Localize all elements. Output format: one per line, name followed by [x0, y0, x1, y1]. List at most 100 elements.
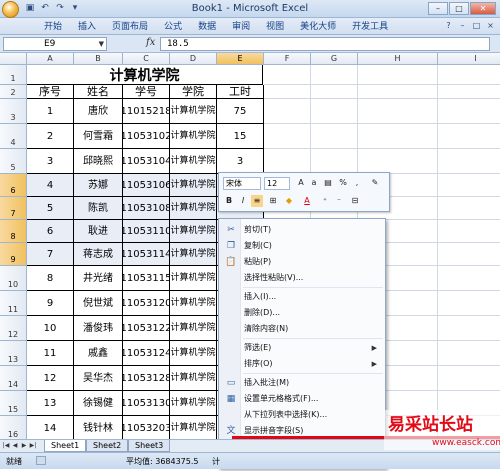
cell-name[interactable]: 倪世斌 [74, 291, 123, 316]
next-sheet-icon[interactable]: ▶ [20, 441, 28, 451]
empty-cell[interactable] [438, 65, 500, 85]
cell-seq[interactable]: 8 [27, 266, 74, 291]
tab-view[interactable]: 视图 [258, 21, 292, 33]
cell-id[interactable]: 11053115 [123, 266, 170, 291]
row-header-15[interactable]: 15 [0, 391, 27, 416]
ribbon-minimize-icon[interactable]: – [457, 20, 468, 31]
empty-cell[interactable] [264, 85, 311, 99]
increase-decimal-icon[interactable]: ⁺ [319, 195, 331, 207]
cell-id[interactable]: 11053122 [123, 316, 170, 341]
cell-dept[interactable]: 计算机学院 [170, 416, 217, 439]
last-sheet-icon[interactable]: ▶| [29, 441, 37, 451]
percent-icon[interactable]: % [337, 177, 349, 189]
header-cell[interactable]: 学号 [123, 85, 170, 99]
select-all-corner[interactable] [0, 53, 27, 65]
cell-id[interactable]: 11053114 [123, 243, 170, 266]
row-header-5[interactable]: 5 [0, 149, 27, 174]
column-header-i[interactable]: I [438, 53, 500, 65]
sheet-title-cell[interactable]: 计算机学院 [27, 65, 263, 85]
empty-cell[interactable] [264, 149, 311, 174]
menu-item-11[interactable]: 从下拉列表中选择(K)... [220, 407, 385, 423]
tab-data[interactable]: 数据 [190, 21, 224, 33]
tab-review[interactable]: 审阅 [224, 21, 258, 33]
empty-cell[interactable] [438, 243, 500, 266]
tab-developer[interactable]: 开发工具 [344, 21, 396, 33]
cell-seq[interactable]: 10 [27, 316, 74, 341]
empty-cell[interactable] [311, 99, 358, 124]
empty-cell[interactable] [264, 99, 311, 124]
cell-name[interactable]: 邱晓熙 [74, 149, 123, 174]
borders-icon[interactable]: ⊞ [267, 195, 279, 207]
fx-icon[interactable]: fx [146, 37, 155, 48]
ribbon-close-icon[interactable]: × [485, 20, 496, 31]
cell-seq[interactable]: 9 [27, 291, 74, 316]
column-header-e[interactable]: E [217, 53, 264, 65]
cell-id[interactable]: 11053124 [123, 341, 170, 366]
cell-seq[interactable]: 6 [27, 220, 74, 243]
tab-insert[interactable]: 插入 [70, 21, 104, 33]
empty-cell[interactable] [358, 149, 438, 174]
formula-input[interactable]: 18.5 [160, 37, 490, 51]
empty-cell[interactable] [358, 99, 438, 124]
chevron-down-icon[interactable]: ▼ [99, 38, 104, 50]
fill-color-icon[interactable]: ◆ [283, 195, 295, 207]
cell-id[interactable]: 11053110 [123, 220, 170, 243]
column-header-b[interactable]: B [74, 53, 123, 65]
comma-icon[interactable]: , [351, 177, 363, 189]
font-name-box[interactable]: 宋体 [223, 177, 261, 190]
brush-icon[interactable]: ✎ [369, 177, 381, 189]
cell-dept[interactable]: 计算机学院 [170, 391, 217, 416]
cell-seq[interactable]: 14 [27, 416, 74, 439]
menu-item-3[interactable]: 选择性粘贴(V)... [220, 270, 385, 286]
italic-icon[interactable]: I [237, 195, 249, 207]
sheet-tab-3[interactable]: Sheet3 [128, 440, 171, 452]
font-size-box[interactable]: 12 [264, 177, 290, 190]
cell-id[interactable]: 11053106 [123, 174, 170, 197]
decrease-decimal-icon[interactable]: ⁻ [333, 195, 345, 207]
empty-cell[interactable] [311, 124, 358, 149]
header-cell[interactable]: 学院 [170, 85, 217, 99]
cell-hours[interactable]: 3 [217, 149, 264, 174]
cell-name[interactable]: 井光绪 [74, 266, 123, 291]
row-header-7[interactable]: 7 [0, 197, 27, 220]
prev-sheet-icon[interactable]: ◀ [11, 441, 19, 451]
empty-cell[interactable] [264, 124, 311, 149]
cell-id[interactable]: 11053130 [123, 391, 170, 416]
row-header-13[interactable]: 13 [0, 341, 27, 366]
row-header-6[interactable]: 6 [0, 174, 27, 197]
empty-cell[interactable] [311, 65, 358, 85]
row-header-4[interactable]: 4 [0, 124, 27, 149]
row-header-16[interactable]: 16 [0, 416, 27, 439]
cell-seq[interactable]: 5 [27, 197, 74, 220]
font-color-icon[interactable]: A [301, 195, 313, 207]
row-header-11[interactable]: 11 [0, 291, 27, 316]
empty-cell[interactable] [438, 174, 500, 197]
format-painter-icon[interactable]: ▤ [322, 177, 334, 189]
cell-dept[interactable]: 计算机学院 [170, 99, 217, 124]
macro-record-icon[interactable] [36, 456, 46, 465]
cell-id[interactable]: 11053128 [123, 366, 170, 391]
cell-id[interactable]: 11053120 [123, 291, 170, 316]
empty-cell[interactable] [438, 266, 500, 291]
row-header-14[interactable]: 14 [0, 366, 27, 391]
menu-item-8[interactable]: 排序(O) ▶ [220, 356, 385, 372]
empty-cell[interactable] [438, 220, 500, 243]
cell-name[interactable]: 蒋志成 [74, 243, 123, 266]
tab-formulas[interactable]: 公式 [156, 21, 190, 33]
cell-id[interactable]: 11053104 [123, 149, 170, 174]
empty-cell[interactable] [438, 197, 500, 220]
name-box[interactable]: E9 ▼ [3, 37, 107, 51]
minimize-button[interactable]: – [428, 2, 448, 15]
cell-name[interactable]: 唐欣 [74, 99, 123, 124]
empty-cell[interactable] [264, 65, 311, 85]
column-header-f[interactable]: F [264, 53, 311, 65]
row-header-2[interactable]: 2 [0, 85, 27, 99]
header-cell[interactable]: 姓名 [74, 85, 123, 99]
menu-item-5[interactable]: 删除(D)... [220, 305, 385, 321]
column-header-g[interactable]: G [311, 53, 358, 65]
sheet-tab-2[interactable]: Sheet2 [86, 440, 129, 452]
menu-item-7[interactable]: 筛选(E) ▶ [220, 340, 385, 356]
sheet-tab-1[interactable]: Sheet1 [44, 440, 87, 452]
tab-page-layout[interactable]: 页面布局 [104, 21, 156, 33]
cell-seq[interactable]: 12 [27, 366, 74, 391]
